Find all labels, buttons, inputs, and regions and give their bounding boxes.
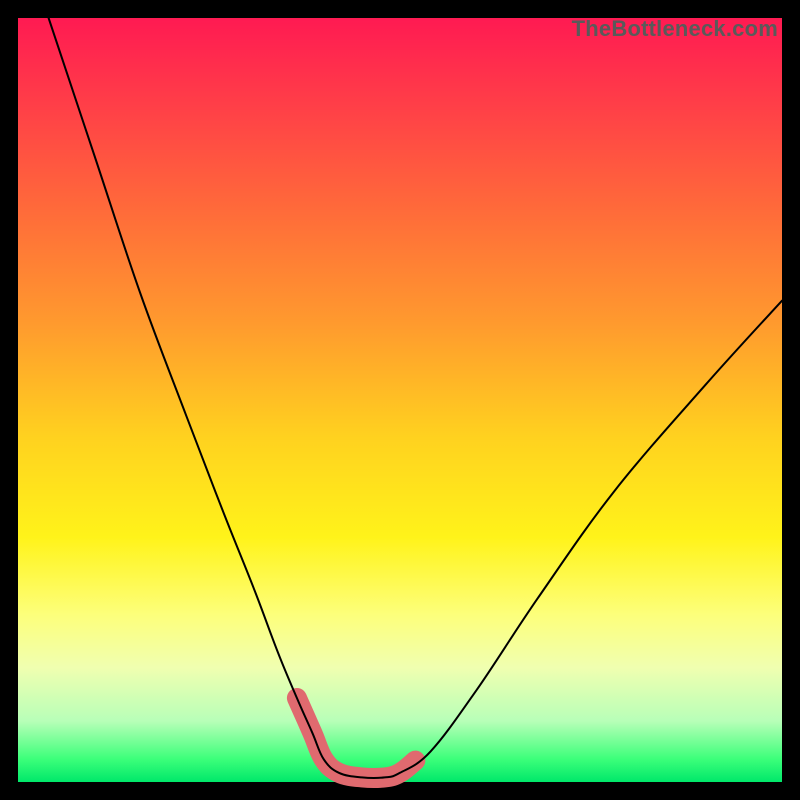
chart-frame: TheBottleneck.com [18,18,782,782]
curve-series [49,18,782,778]
chart-svg [18,18,782,782]
curve-path [49,18,782,778]
